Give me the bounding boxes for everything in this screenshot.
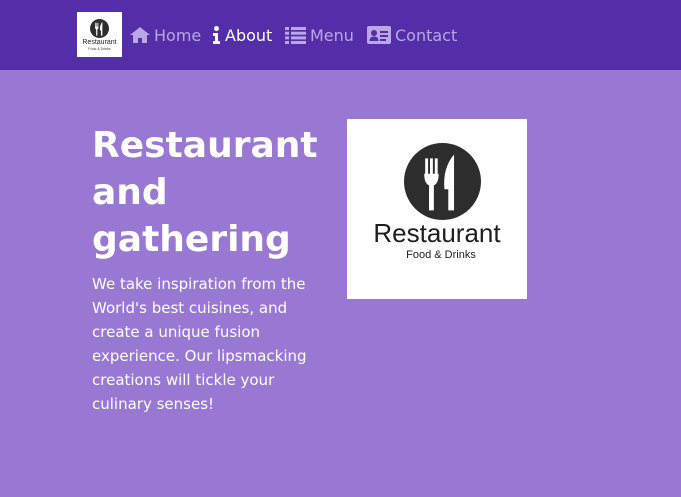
nav-contact-link[interactable]: Contact — [367, 0, 457, 70]
image-logo-name: Restaurant — [373, 218, 501, 248]
nav-menu-label: Menu — [310, 25, 354, 45]
nav-home-link[interactable]: Home — [130, 0, 201, 70]
nav-contact-label: Contact — [395, 25, 458, 45]
home-icon — [130, 27, 150, 43]
hero-title: Restaurant and gathering — [92, 125, 318, 260]
list-icon — [285, 26, 306, 44]
fork-knife-icon — [404, 143, 481, 220]
nav-menu-link[interactable]: Menu — [285, 0, 354, 70]
navbar: Restaurant Food & Drinks Home About Menu — [0, 0, 681, 70]
logo-tagline: Food & Drinks — [88, 46, 111, 51]
restaurant-logo-image: Restaurant Food & Drinks — [347, 119, 527, 299]
nav-about-link[interactable]: About — [212, 0, 272, 70]
nav-about-label: About — [225, 25, 273, 45]
image-logo-tagline: Food & Drinks — [406, 249, 476, 261]
fork-knife-icon — [90, 18, 109, 38]
info-icon — [213, 26, 220, 44]
logo-name: Restaurant — [82, 38, 117, 46]
brand-logo[interactable]: Restaurant Food & Drinks — [77, 12, 122, 57]
address-card-icon — [367, 26, 391, 44]
hero-description: We take inspiration from the World's bes… — [92, 275, 307, 413]
nav-home-label: Home — [154, 25, 202, 45]
